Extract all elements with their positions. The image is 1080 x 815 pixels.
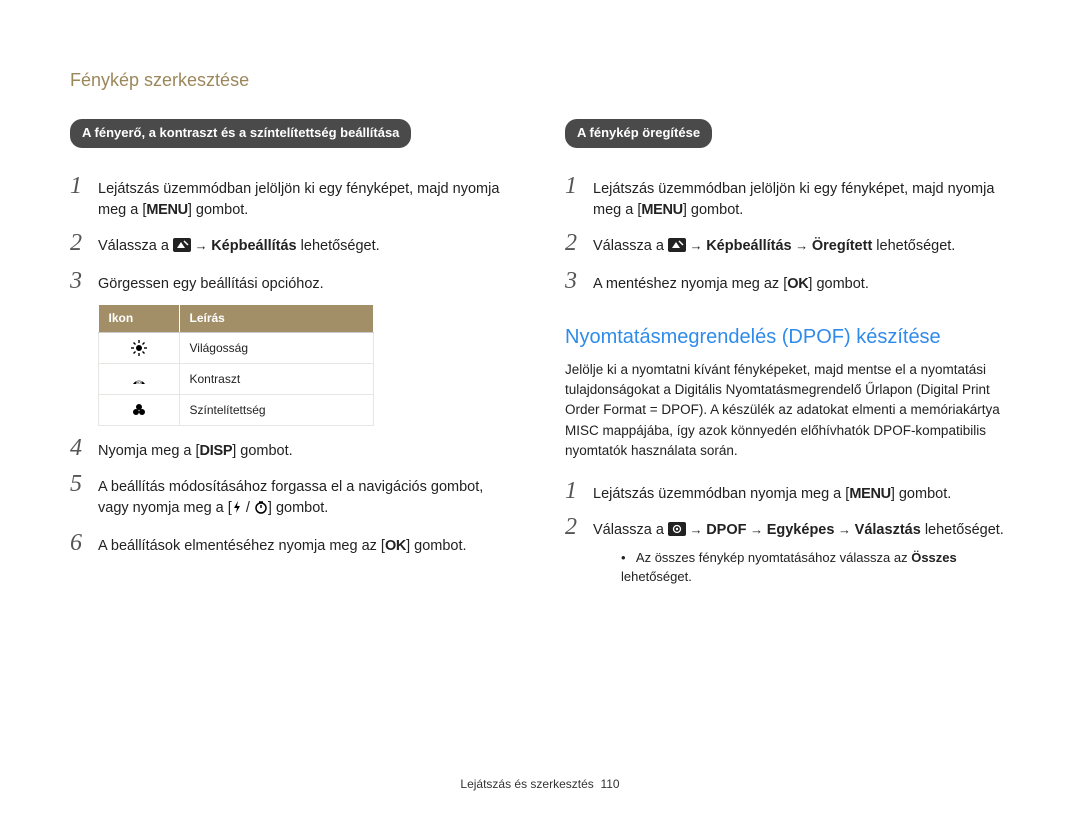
right-steps-b: Lejátszás üzemmódban nyomja meg a [MENU]… [565, 479, 1010, 587]
footer-text: Lejátszás és szerkesztés [460, 777, 593, 791]
left-steps-cont: Nyomja meg a [DISP] gombot. A beállítás … [70, 436, 515, 557]
table-row: RCB Kontraszt [99, 364, 374, 395]
table-row: Világosság [99, 333, 374, 364]
right-step-3: A mentéshez nyomja meg az [OK] gombot. [565, 269, 1010, 295]
text: Válassza a [593, 238, 668, 254]
bullet-icon: • [621, 549, 633, 568]
disp-button-label: DISP [200, 443, 233, 459]
text: Görgessen egy beállítási opcióhoz. [98, 274, 515, 295]
text-bold: Képbeállítás [706, 238, 791, 254]
text-bold: Egyképes [767, 522, 835, 538]
left-step-3: Görgessen egy beállítási opcióhoz. [70, 269, 515, 295]
text: ] gombot. [891, 486, 951, 502]
ok-button-label: OK [787, 276, 808, 292]
brightness-icon [99, 333, 180, 364]
edit-icon [668, 238, 686, 259]
text: ] gombot. [683, 202, 743, 218]
dpof-step-1: Lejátszás üzemmódban nyomja meg a [MENU]… [565, 479, 1010, 505]
text-bold: Képbeállítás [211, 238, 296, 254]
menu-button-label: MENU [849, 486, 891, 502]
text: lehetőséget. [621, 569, 692, 584]
svg-text:RCB: RCB [136, 381, 143, 385]
text: ] gombot. [232, 443, 292, 459]
edit-icon [173, 238, 191, 259]
text: Lejátszás üzemmódban nyomja meg a [ [593, 486, 849, 502]
th-desc: Leírás [179, 305, 373, 333]
left-step-5: A beállítás módosításához forgassa el a … [70, 472, 515, 521]
right-column: A fénykép öregítése Lejátszás üzemmódban… [565, 119, 1010, 597]
arrow-icon: → [686, 238, 706, 253]
text-bold: Választás [855, 522, 921, 538]
text: Válassza a [593, 522, 668, 538]
dpof-paragraph: Jelölje ki a nyomtatni kívánt fényképeke… [565, 360, 1010, 461]
right-step-2: Válassza a → Képbeállítás → Öregített le… [565, 231, 1010, 259]
page-number: 110 [600, 777, 619, 791]
settings-icon [668, 522, 686, 543]
left-step-2: Válassza a → Képbeállítás lehetőséget. [70, 231, 515, 259]
saturation-icon [99, 395, 180, 426]
left-section-header: A fényerő, a kontraszt és a színtelített… [70, 119, 411, 148]
text-bold: Öregített [812, 238, 872, 254]
text: lehetőséget. [297, 238, 380, 254]
left-step-1: Lejátszás üzemmódban jelöljön ki egy fén… [70, 174, 515, 221]
icon-table: Ikon Leírás Világosság RCB [98, 305, 374, 426]
arrow-icon: → [686, 522, 706, 537]
content-columns: A fényerő, a kontraszt és a színtelített… [70, 119, 1010, 597]
text: ] gombot. [268, 500, 328, 516]
cell-label: Kontraszt [179, 364, 373, 395]
text: Válassza a [98, 238, 173, 254]
left-step-4: Nyomja meg a [DISP] gombot. [70, 436, 515, 462]
text: Nyomja meg a [ [98, 443, 200, 459]
dpof-step-2: Válassza a → DPOF → Egyképes → Választás… [565, 515, 1010, 587]
text: Az összes fénykép nyomtatásához válassza… [636, 550, 911, 565]
right-steps-a: Lejátszás üzemmódban jelöljön ki egy fén… [565, 174, 1010, 295]
arrow-icon: → [746, 522, 766, 537]
text: lehetőséget. [925, 522, 1004, 538]
arrow-icon: → [792, 238, 812, 253]
page-title: Fénykép szerkesztése [70, 70, 1010, 91]
left-column: A fényerő, a kontraszt és a színtelített… [70, 119, 515, 597]
text-bold: DPOF [706, 522, 746, 538]
text: ] gombot. [188, 202, 248, 218]
timer-icon [254, 500, 268, 521]
menu-button-label: MENU [146, 202, 188, 218]
page-footer: Lejátszás és szerkesztés 110 [0, 777, 1080, 791]
dpof-heading: Nyomtatásmegrendelés (DPOF) készítése [565, 323, 1010, 352]
dpof-note: • Az összes fénykép nyomtatásához válass… [621, 549, 1010, 587]
menu-button-label: MENU [641, 202, 683, 218]
cell-label: Világosság [179, 333, 373, 364]
th-icon: Ikon [99, 305, 180, 333]
flash-icon [232, 500, 242, 521]
text: ] gombot. [808, 276, 868, 292]
table-row: Színtelítettség [99, 395, 374, 426]
text: ] gombot. [406, 538, 466, 554]
left-step-6: A beállítások elmentéséhez nyomja meg az… [70, 531, 515, 557]
left-steps: Lejátszás üzemmódban jelöljön ki egy fén… [70, 174, 515, 295]
arrow-icon: → [191, 238, 211, 253]
ok-button-label: OK [385, 538, 406, 554]
right-section-header: A fénykép öregítése [565, 119, 712, 148]
text: A mentéshez nyomja meg az [ [593, 276, 787, 292]
contrast-icon: RCB [99, 364, 180, 395]
cell-label: Színtelítettség [179, 395, 373, 426]
text: A beállítások elmentéséhez nyomja meg az… [98, 538, 385, 554]
right-step-1: Lejátszás üzemmódban jelöljön ki egy fén… [565, 174, 1010, 221]
arrow-icon: → [834, 522, 854, 537]
text: lehetőséget. [872, 238, 955, 254]
text-bold: Összes [911, 550, 957, 565]
